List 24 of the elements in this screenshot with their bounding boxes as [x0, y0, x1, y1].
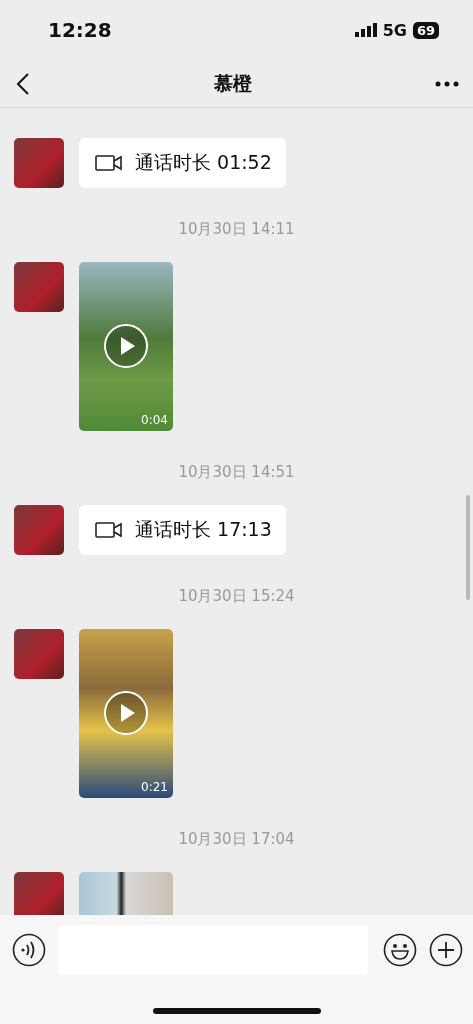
chat-title: 慕橙 — [213, 70, 252, 96]
battery-level: 69 — [412, 21, 439, 39]
video-camera-icon — [95, 521, 123, 539]
status-time: 12:28 — [48, 18, 112, 42]
message-timestamp: 10月30日 14:11 — [178, 219, 295, 239]
video-duration: 0:21 — [141, 780, 168, 794]
play-icon — [103, 323, 149, 369]
add-button[interactable] — [429, 933, 463, 967]
call-record-bubble[interactable]: 通话时长 17:13 — [79, 505, 286, 555]
video-duration: 0:04 — [141, 413, 168, 427]
call-record-bubble[interactable]: 通话时长 01:52 — [79, 138, 286, 188]
back-button[interactable] — [16, 71, 30, 96]
video-camera-icon — [95, 154, 123, 172]
message-timestamp: 10月30日 14:51 — [178, 462, 295, 482]
voice-button[interactable] — [12, 933, 46, 967]
signal-icon — [354, 23, 377, 37]
message-timestamp: 10月30日 15:24 — [178, 586, 295, 606]
message-timestamp: 10月30日 17:04 — [178, 829, 295, 849]
video-thumbnail[interactable]: 0:04 — [79, 262, 173, 431]
video-thumbnail[interactable]: 0:21 — [79, 629, 173, 798]
emoji-button[interactable] — [383, 933, 417, 967]
play-icon — [103, 690, 149, 736]
more-button[interactable] — [435, 80, 459, 87]
network-type: 5G — [382, 20, 407, 40]
